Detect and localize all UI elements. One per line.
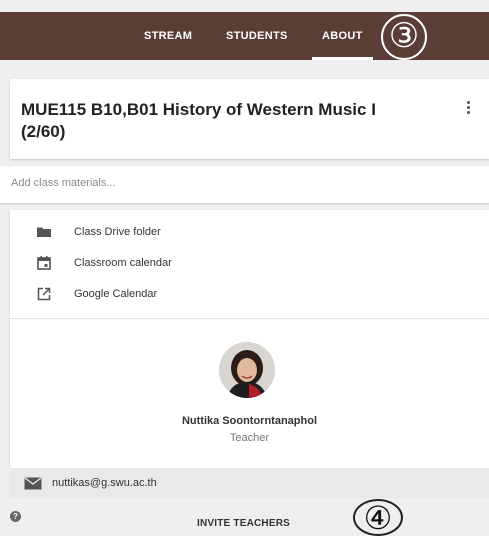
folder-icon: [37, 227, 51, 237]
teacher-email: nuttikas@g.swu.ac.th: [52, 477, 157, 489]
divider: [10, 318, 489, 319]
class-info-card: Class Drive folder Classroom calendar Go…: [10, 210, 489, 468]
external-link-icon: [37, 287, 51, 301]
tab-students[interactable]: STUDENTS: [226, 12, 288, 60]
calendar-icon: [37, 256, 51, 270]
teacher-photo: [219, 342, 275, 398]
link-label: Classroom calendar: [74, 257, 172, 269]
tab-stream[interactable]: STREAM: [144, 12, 192, 60]
add-materials-input[interactable]: [11, 177, 471, 189]
class-title: MUE115 B10,B01 History of Western Music …: [21, 100, 376, 141]
teacher-avatar: [219, 342, 275, 398]
materials-card: [0, 166, 489, 203]
annotation-marker-4: ④: [353, 499, 403, 536]
link-label: Class Drive folder: [74, 226, 161, 238]
more-vert-icon[interactable]: [466, 101, 472, 117]
teacher-role: Teacher: [229, 432, 270, 444]
teacher-email-row[interactable]: nuttikas@g.swu.ac.th: [10, 468, 489, 498]
link-label: Google Calendar: [74, 288, 158, 300]
mail-icon: [24, 477, 42, 490]
annotation-marker-3: ③: [381, 14, 427, 60]
teacher-name: Nuttika Soontorntanaphol: [181, 415, 318, 427]
tab-about[interactable]: ABOUT: [312, 12, 373, 60]
invite-teachers-button[interactable]: INVITE TEACHERS: [197, 515, 290, 531]
help-icon[interactable]: ?: [10, 511, 21, 522]
class-title-card: MUE115 B10,B01 History of Western Music …: [10, 79, 489, 159]
